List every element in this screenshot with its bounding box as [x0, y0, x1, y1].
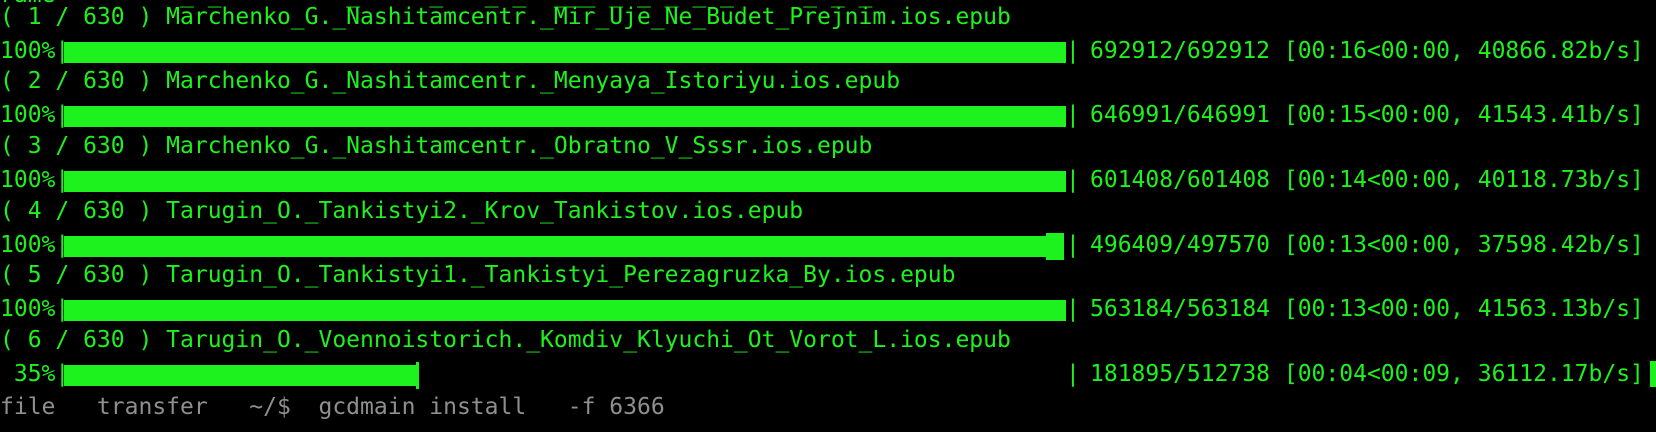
download-stats-4: 496409/497570 [00:13<00:00, 37598.42b/s] — [1090, 232, 1644, 258]
download-title-2: ( 2 / 630 ) Marchenko_G._Nashitamcentr._… — [0, 68, 901, 94]
terminal-window[interactable]: rame _ _ _ _ _ _ ___ _ _ _ _ _ _ _ _ ( 1… — [0, 0, 1656, 432]
download-progress-row-3: 100%| | 601408/601408 [00:14<00:00, 4011… — [0, 163, 1656, 197]
download-progress-row-5: 100%| | 563184/563184 [00:13<00:00, 4156… — [0, 292, 1656, 326]
percent-label-3: 100%| — [0, 167, 70, 193]
progress-bar-end-4: | — [1066, 232, 1080, 258]
progress-bar-fill-2 — [64, 106, 1066, 127]
percent-label-6: 35%| — [0, 361, 70, 387]
percent-label-5: 100%| — [0, 296, 70, 322]
download-progress-row-6: 35%| | 181895/512738 [00:04<00:09, 36112… — [0, 357, 1656, 391]
download-title-6: ( 6 / 630 ) Tarugin_O._Voennoistorich._K… — [0, 327, 1011, 353]
download-stats-5: 563184/563184 [00:13<00:00, 41563.13b/s] — [1090, 296, 1644, 322]
download-progress-row-1: 100%| | 692912/692912 [00:16<00:00, 4086… — [0, 34, 1656, 68]
download-stats-6: 181895/512738 [00:04<00:09, 36112.17b/s] — [1090, 361, 1644, 387]
progress-bar-fill-1 — [64, 42, 1066, 63]
progress-bar-tip-4 — [1046, 233, 1064, 260]
download-stats-3: 601408/601408 [00:14<00:00, 40118.73b/s] — [1090, 167, 1644, 193]
progress-bar-end-2: | — [1066, 102, 1080, 128]
progress-bar-4 — [64, 228, 1066, 262]
progress-bar-2 — [64, 98, 1066, 132]
block-cursor-icon — [1650, 361, 1656, 387]
progress-bar-fill-6 — [64, 365, 419, 386]
progress-bar-end-3: | — [1066, 167, 1080, 193]
download-title-5: ( 5 / 630 ) Tarugin_O._Tankistyi1._Tanki… — [0, 262, 956, 288]
download-progress-row-2: 100%| | 646991/646991 [00:15<00:00, 4154… — [0, 98, 1656, 132]
progress-bar-fill-3 — [64, 171, 1066, 192]
download-title-1: ( 1 / 630 ) Marchenko_G._Nashitamcentr._… — [0, 4, 1011, 30]
progress-bar-1 — [64, 34, 1066, 68]
download-title-4: ( 4 / 630 ) Tarugin_O._Tankistyi2._Krov_… — [0, 198, 804, 224]
progress-bar-end-6: | — [1066, 361, 1080, 387]
download-stats-2: 646991/646991 [00:15<00:00, 41543.41b/s] — [1090, 102, 1644, 128]
progress-bar-3 — [64, 163, 1066, 197]
progress-bar-end-1: | — [1066, 38, 1080, 64]
download-stats-1: 692912/692912 [00:16<00:00, 40866.82b/s] — [1090, 38, 1644, 64]
shell-prompt-line: file transfer ~/$ gcdmain install -f 636… — [0, 394, 665, 420]
percent-label-4: 100%| — [0, 232, 70, 258]
progress-bar-5 — [64, 292, 1066, 326]
progress-bar-fill-5 — [64, 300, 1066, 321]
download-progress-row-4: 100%| | 496409/497570 [00:13<00:00, 3759… — [0, 228, 1656, 262]
progress-bar-end-5: | — [1066, 296, 1080, 322]
download-title-3: ( 3 / 630 ) Marchenko_G._Nashitamcentr._… — [0, 133, 873, 159]
progress-bar-tip-6 — [416, 362, 419, 389]
progress-bar-6 — [64, 357, 1066, 391]
progress-bar-fill-4 — [64, 236, 1064, 257]
percent-label-1: 100%| — [0, 38, 70, 64]
percent-label-2: 100%| — [0, 102, 70, 128]
